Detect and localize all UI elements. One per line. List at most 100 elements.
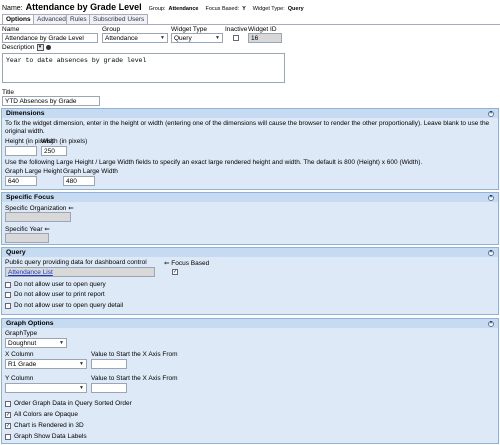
description-textarea[interactable]: Year to date absences by grade level: [2, 53, 285, 83]
chevron-down-icon: ▼: [59, 340, 64, 346]
x-column-select[interactable]: R1 Grade ▼: [5, 359, 87, 369]
dimensions-title: Dimensions: [6, 110, 45, 117]
query-body: Public query providing data for dashboar…: [2, 257, 498, 314]
opt-show-data-labels[interactable]: Graph Show Data Labels: [5, 433, 87, 440]
collapse-icon[interactable]: ^: [488, 249, 494, 256]
no-open-query-label: Do not allow user to open query: [14, 281, 106, 288]
large-height-label: Graph Large Height: [5, 168, 63, 175]
group-select[interactable]: Attendance ▼: [102, 33, 168, 43]
tab-options[interactable]: Options: [2, 14, 35, 24]
opt-no-open-query[interactable]: Do not allow user to open query: [5, 281, 106, 288]
x-column-select-value: R1 Grade: [8, 360, 37, 368]
group-label: Group: [102, 26, 121, 33]
sorted-order-checkbox[interactable]: [5, 400, 11, 407]
tab-rules[interactable]: Rules: [66, 14, 91, 24]
large-height-input[interactable]: 640: [5, 176, 37, 186]
y-column-select[interactable]: ▼: [5, 383, 87, 393]
type-header-label: Widget Type:: [252, 6, 285, 12]
widget-header: Name: Attendance by Grade Level Group: A…: [2, 2, 304, 12]
opt-rendered-3d[interactable]: ✓ Chart is Rendered in 3D: [5, 422, 84, 429]
graph-options-header[interactable]: Graph Options ^: [2, 319, 498, 328]
no-print-report-label: Do not allow user to print report: [14, 291, 105, 298]
width-input[interactable]: 250: [41, 146, 67, 156]
group-header-label: Group:: [148, 6, 166, 12]
tab-advanced[interactable]: Advanced: [33, 14, 70, 24]
widget-type-label: Widget Type: [171, 26, 208, 33]
no-open-query-checkbox[interactable]: [5, 281, 11, 288]
specific-focus-header[interactable]: Specific Focus ^: [2, 193, 498, 202]
chevron-down-icon: ▼: [79, 385, 84, 391]
collapse-icon[interactable]: ^: [488, 194, 494, 201]
query-field[interactable]: Attendance List: [5, 267, 155, 277]
specific-focus-section: Specific Focus ^ Specific Organization ⇐…: [1, 192, 499, 245]
query-link[interactable]: Attendance List: [8, 269, 53, 276]
graph-options-title: Graph Options: [6, 320, 54, 327]
graph-type-select[interactable]: Doughnut ▼: [5, 338, 67, 348]
graph-options-section: Graph Options ^ GraphType Doughnut ▼ X C…: [1, 318, 499, 444]
group-header-value: Attendance: [168, 6, 199, 12]
graph-type-select-value: Doughnut: [8, 339, 37, 347]
no-print-report-checkbox[interactable]: [5, 291, 11, 298]
name-header-label: Name:: [2, 5, 23, 12]
x-start-label: Value to Start the X Axis From: [91, 351, 178, 358]
inactive-label: Inactive: [225, 26, 248, 33]
show-data-labels-label: Graph Show Data Labels: [14, 433, 87, 440]
focus-header-value: Y: [242, 6, 246, 12]
opt-no-open-detail[interactable]: Do not allow user to open query detail: [5, 302, 123, 309]
specific-focus-title: Specific Focus: [6, 194, 54, 201]
widget-id-field: 16: [248, 33, 282, 43]
query-header[interactable]: Query ^: [2, 248, 498, 257]
specific-year-label: Specific Year ⇐: [5, 225, 50, 233]
x-column-label: X Column: [5, 351, 34, 358]
no-open-detail-checkbox[interactable]: [5, 302, 11, 309]
rendered-3d-checkbox[interactable]: ✓: [5, 422, 11, 429]
dimensions-header[interactable]: Dimensions ^: [2, 109, 498, 118]
x-start-input[interactable]: [91, 359, 127, 369]
opt-colors-opaque[interactable]: ✓ All Colors are Opaque: [5, 411, 78, 418]
dimensions-instructions: To fix the widget dimension, enter in th…: [5, 120, 490, 135]
tab-subscribed-users[interactable]: Subscribed Users: [89, 14, 149, 24]
large-width-input[interactable]: 480: [63, 176, 95, 186]
query-title: Query: [6, 249, 26, 256]
chevron-down-icon: ▼: [160, 35, 165, 41]
show-data-labels-checkbox[interactable]: [5, 433, 11, 440]
specific-year-label-text: Specific Year: [5, 226, 43, 233]
y-start-input[interactable]: [91, 383, 127, 393]
widget-type-select[interactable]: Query ▼: [171, 33, 223, 43]
title-input[interactable]: YTD Absences by Grade: [2, 96, 100, 106]
dimensions-section: Dimensions ^ To fix the widget dimension…: [1, 108, 499, 190]
type-header-value: Query: [287, 6, 304, 12]
query-section: Query ^ Public query providing data for …: [1, 247, 499, 315]
help-icon[interactable]: [45, 45, 51, 50]
title-label: Title: [2, 89, 15, 96]
name-input[interactable]: Attendance by Grade Level: [2, 33, 98, 43]
specific-organization-label: Specific Organization ⇐: [5, 204, 74, 212]
edit-icon[interactable]: ▾: [36, 44, 44, 51]
sorted-order-label: Order Graph Data in Query Sorted Order: [14, 400, 132, 407]
chevron-down-icon: ▼: [215, 35, 220, 41]
collapse-icon[interactable]: ^: [488, 320, 494, 327]
collapse-icon[interactable]: ^: [488, 110, 494, 117]
graph-type-label: GraphType: [5, 330, 38, 337]
rendered-3d-label: Chart is Rendered in 3D: [14, 422, 84, 429]
arrow-left-icon: ⇐: [68, 205, 74, 212]
graph-options-body: GraphType Doughnut ▼ X Column R1 Grade ▼…: [2, 328, 498, 443]
colors-opaque-checkbox[interactable]: ✓: [5, 411, 11, 418]
height-input[interactable]: [5, 146, 37, 156]
arrow-left-icon: ⇐: [44, 226, 50, 233]
name-header-value: Attendance by Grade Level: [25, 2, 142, 12]
opt-sorted-order[interactable]: Order Graph Data in Query Sorted Order: [5, 400, 132, 407]
focus-based-checkbox[interactable]: ✓: [172, 269, 178, 275]
colors-opaque-label: All Colors are Opaque: [14, 411, 78, 418]
description-label-row: Description ▾: [2, 44, 51, 51]
group-select-value: Attendance: [105, 34, 138, 42]
y-start-label: Value to Start the X Axis From: [91, 375, 178, 382]
chevron-down-icon: ▼: [79, 361, 84, 367]
specific-organization-field: [5, 212, 71, 222]
name-label: Name: [2, 26, 20, 33]
dimensions-body: To fix the widget dimension, enter in th…: [2, 118, 498, 189]
opt-no-print-report[interactable]: Do not allow user to print report: [5, 291, 105, 298]
widget-type-select-value: Query: [174, 34, 192, 42]
widget-id-label: Widget ID: [248, 26, 277, 33]
inactive-checkbox[interactable]: [233, 35, 239, 41]
